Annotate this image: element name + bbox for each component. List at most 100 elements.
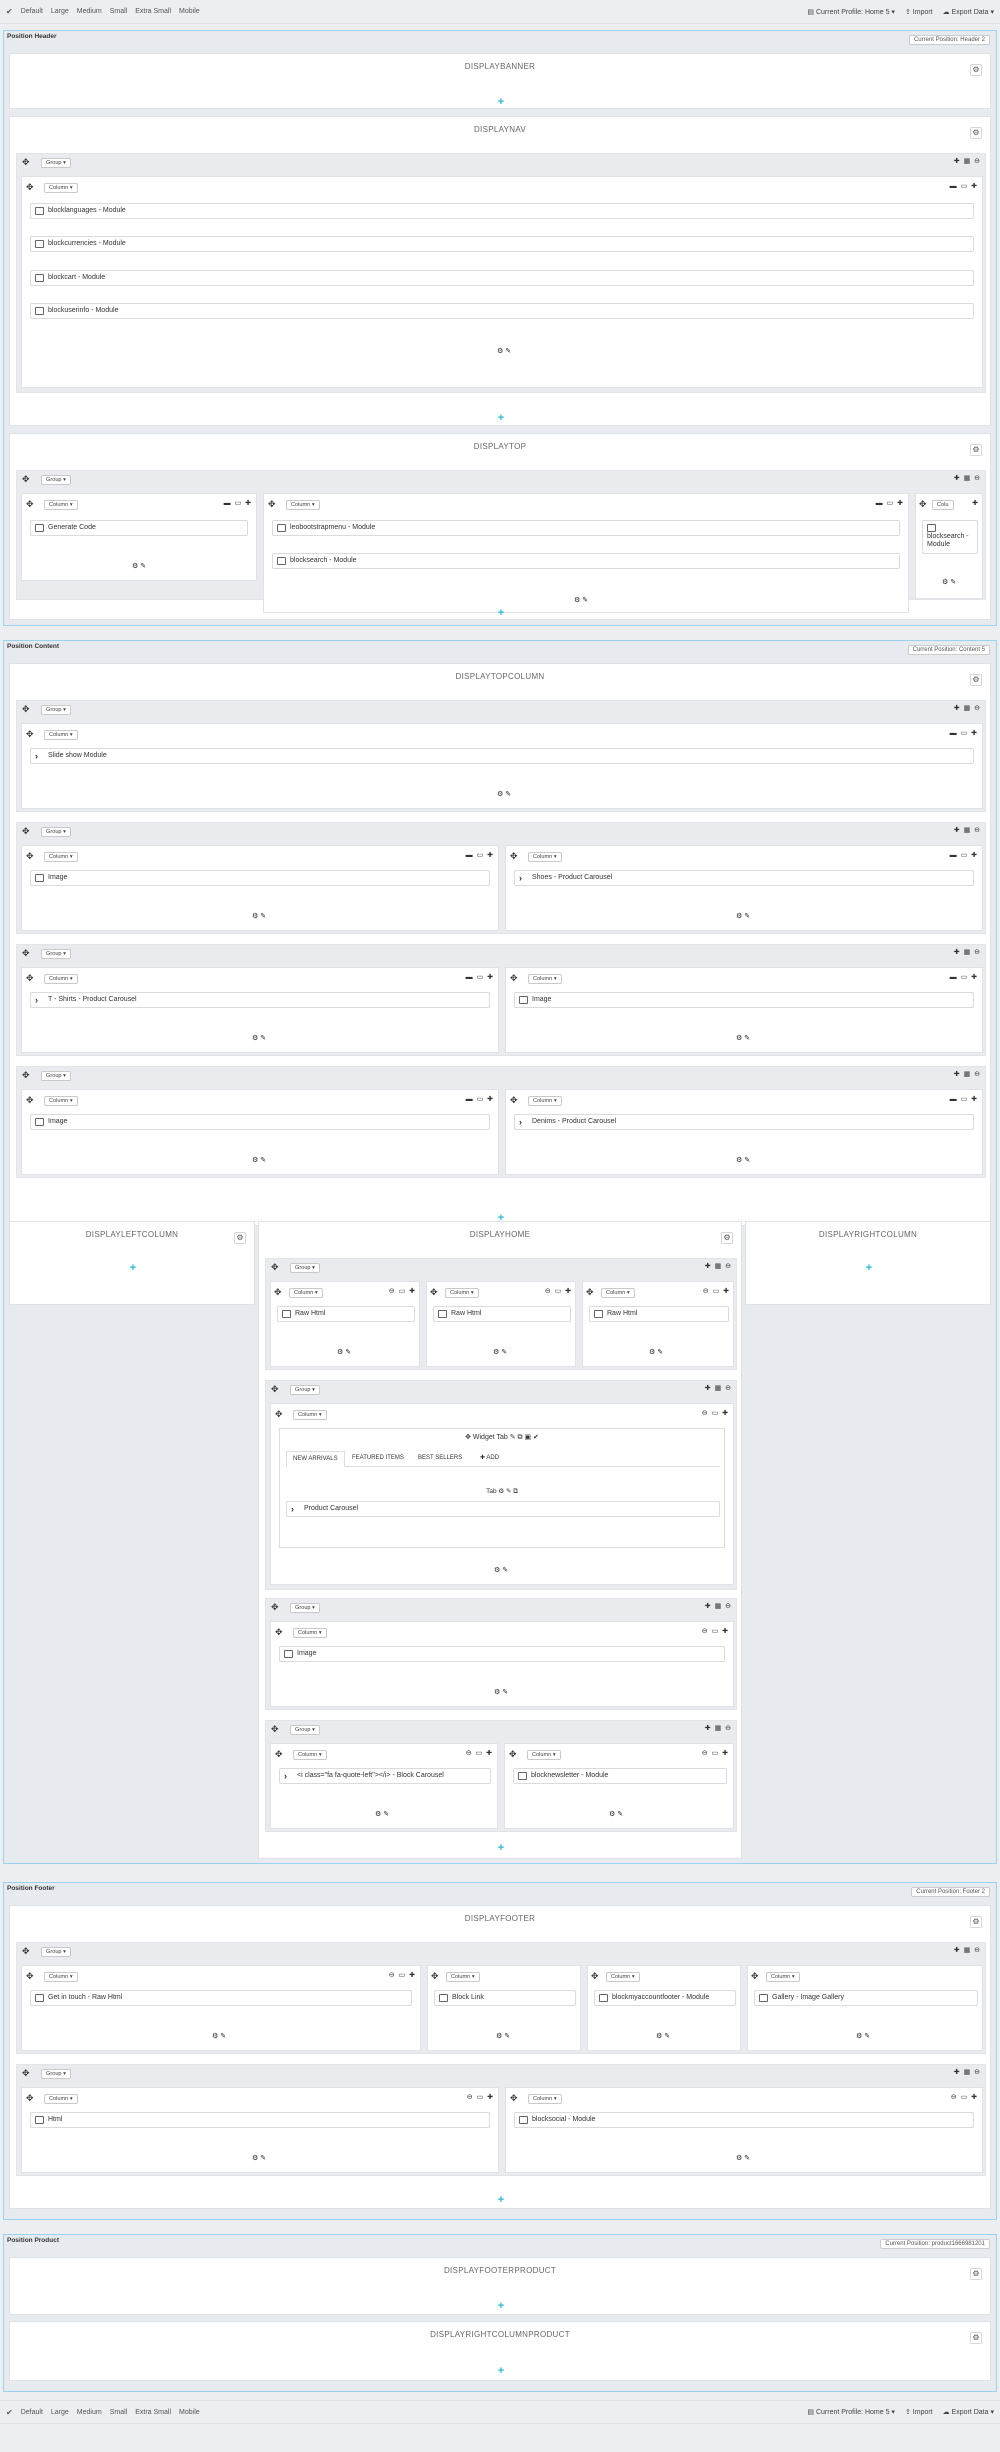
widget-module[interactable]: blockmyaccountfooter - Module	[594, 1990, 736, 2006]
group-dropdown[interactable]: Group ▾	[290, 1385, 320, 1395]
device-mobile[interactable]: Mobile	[179, 8, 200, 15]
widget-image[interactable]: Image	[30, 870, 490, 886]
column-dropdown[interactable]: Column ▾	[44, 974, 78, 984]
current-position-dropdown[interactable]: Current Position: Footer 2	[911, 1887, 990, 1897]
group-tools[interactable]: ✚ ▦ ⊖	[705, 1724, 732, 1732]
add-group-icon[interactable]: +	[128, 1263, 138, 1274]
column-dropdown[interactable]: Column ▾	[293, 1410, 327, 1420]
column-action-icons[interactable]: ⚙ ✎	[494, 1688, 508, 1696]
edit-tools[interactable]: ✎ ⧉ ▣ ✔	[510, 1434, 539, 1441]
column-dropdown[interactable]: Column ▾	[44, 500, 78, 510]
widget-module[interactable]: blocksearch - Module	[922, 520, 978, 554]
group-dropdown[interactable]: Group ▾	[290, 1603, 320, 1613]
device-large[interactable]: Large	[51, 2409, 69, 2416]
check-icon[interactable]: ✔	[6, 7, 13, 16]
gear-icon[interactable]: ⚙	[970, 2268, 982, 2280]
group-tools[interactable]: ✚ ▦ ⊖	[954, 474, 981, 482]
move-icon[interactable]: ✥	[26, 183, 34, 192]
move-icon[interactable]: ✥	[509, 1750, 517, 1759]
add-group-icon[interactable]: +	[496, 413, 506, 424]
move-icon[interactable]: ✥	[591, 1972, 599, 1981]
group-dropdown[interactable]: Group ▾	[41, 2069, 71, 2079]
current-position-dropdown[interactable]: Current Position: Header 2	[908, 35, 990, 45]
device-medium[interactable]: Medium	[77, 8, 102, 15]
group-dropdown[interactable]: Group ▾	[290, 1263, 320, 1273]
column-dropdown[interactable]: Column ▾	[293, 1628, 327, 1638]
column-dropdown[interactable]: Column ▾	[44, 1972, 78, 1982]
widget-raw-html[interactable]: Raw Html	[589, 1306, 729, 1322]
column-tools[interactable]: ⊖ ▭ ✚	[389, 1287, 416, 1295]
group-dropdown[interactable]: Group ▾	[41, 949, 71, 959]
column-action-icons[interactable]: ⚙ ✎	[252, 1034, 266, 1042]
group-dropdown[interactable]: Group ▾	[41, 1071, 71, 1081]
move-icon[interactable]: ✥	[22, 705, 30, 714]
column-dropdown[interactable]: Column ▾	[44, 2094, 78, 2104]
device-xsmall[interactable]: Extra Small	[135, 8, 171, 15]
gear-icon[interactable]: ⚙	[234, 1232, 246, 1244]
widget-slideshow[interactable]: › Slide show Module	[30, 748, 974, 764]
column-tools[interactable]: ▬ ▭ ✚	[876, 499, 904, 507]
column-tools[interactable]: ▬ ▭ ✚	[950, 1095, 978, 1103]
move-icon[interactable]: ✥	[510, 2094, 518, 2103]
column-tools[interactable]: ▬ ▭ ✚	[466, 973, 494, 981]
widget-module[interactable]: blocksocial - Module	[514, 2112, 974, 2128]
device-xsmall[interactable]: Extra Small	[135, 2409, 171, 2416]
move-icon[interactable]: ✥	[22, 2069, 30, 2078]
column-tools[interactable]: ▬ ▭ ✚	[224, 499, 252, 507]
group-dropdown[interactable]: Group ▾	[41, 475, 71, 485]
column-action-icons[interactable]: ⚙ ✎	[856, 2032, 870, 2040]
column-tools[interactable]: ▬ ▭ ✚	[950, 182, 978, 190]
widget-generate-code[interactable]: Generate Code	[30, 520, 248, 536]
device-default[interactable]: Default	[21, 8, 43, 15]
group-tools[interactable]: ✚ ▦ ⊖	[954, 948, 981, 956]
column-dropdown[interactable]: Column ▾	[528, 974, 562, 984]
move-icon[interactable]: ✥	[26, 1972, 34, 1981]
column-dropdown[interactable]: Column ▾	[528, 2094, 562, 2104]
column-action-icons[interactable]: ⚙ ✎	[252, 912, 266, 920]
move-icon[interactable]: ✥	[586, 1288, 594, 1297]
column-dropdown[interactable]: Column ▾	[528, 1096, 562, 1106]
move-icon[interactable]: ✥	[26, 730, 34, 739]
add-group-icon[interactable]: +	[496, 97, 506, 108]
move-icon[interactable]: ✥	[268, 500, 276, 509]
column-dropdown[interactable]: Colu	[932, 500, 954, 510]
widget-module[interactable]: blockuserinfo - Module	[30, 303, 974, 319]
column-dropdown[interactable]: Column ▾	[445, 1288, 479, 1298]
group-dropdown[interactable]: Group ▾	[41, 827, 71, 837]
move-icon[interactable]: ✥	[271, 1263, 279, 1272]
gear-icon[interactable]: ⚙	[970, 674, 982, 686]
move-icon[interactable]: ✥	[26, 974, 34, 983]
column-dropdown[interactable]: Column ▾	[528, 852, 562, 862]
column-action-icons[interactable]: ⚙ ✎	[649, 1348, 663, 1356]
move-icon[interactable]: ✥	[271, 1725, 279, 1734]
column-action-icons[interactable]: ⚙ ✎	[375, 1810, 389, 1818]
widget-raw-html[interactable]: Raw Html	[277, 1306, 415, 1322]
column-action-icons[interactable]: ⚙ ✎	[656, 2032, 670, 2040]
gear-icon[interactable]: ⚙	[970, 1916, 982, 1928]
gear-icon[interactable]: ⚙	[970, 444, 982, 456]
widget-block-carousel[interactable]: › <i class="fa fa-quote-left"></i> - Bloc…	[279, 1768, 491, 1784]
group-tools[interactable]: ✚ ▦ ⊖	[954, 826, 981, 834]
column-action-icons[interactable]: ⚙ ✎	[497, 790, 511, 798]
widget-carousel[interactable]: › Denims - Product Carousel	[514, 1114, 974, 1130]
group-dropdown[interactable]: Group ▾	[41, 1947, 71, 1957]
widget-image[interactable]: Image	[30, 1114, 490, 1130]
profile-dropdown[interactable]: ▤ Current Profile: Home 5 ▾	[807, 2408, 895, 2416]
tab-featured-items[interactable]: FEATURED ITEMS	[352, 1451, 404, 1466]
tab-tools[interactable]: ⚙ ✎ ⧉	[498, 1488, 518, 1495]
tab-add[interactable]: ✚ ADD	[480, 1451, 499, 1466]
move-icon[interactable]: ✥	[271, 1603, 279, 1612]
profile-dropdown[interactable]: ▤ Current Profile: Home 5 ▾	[807, 8, 895, 16]
column-action-icons[interactable]: ⚙ ✎	[132, 562, 146, 570]
move-icon[interactable]: ✥	[275, 1628, 283, 1637]
move-icon[interactable]: ✥	[22, 827, 30, 836]
move-icon[interactable]: ✥	[26, 2094, 34, 2103]
move-icon[interactable]: ✥	[919, 500, 927, 509]
move-icon[interactable]: ✥	[22, 475, 30, 484]
widget-module[interactable]: blocknewsletter - Module	[513, 1768, 727, 1784]
add-group-icon[interactable]: +	[496, 1843, 506, 1854]
column-action-icons[interactable]: ⚙ ✎	[252, 2154, 266, 2162]
add-group-icon[interactable]: +	[496, 608, 506, 619]
group-tools[interactable]: ✚ ▦ ⊖	[954, 1070, 981, 1078]
widget-module[interactable]: blockcurrencies - Module	[30, 236, 974, 252]
